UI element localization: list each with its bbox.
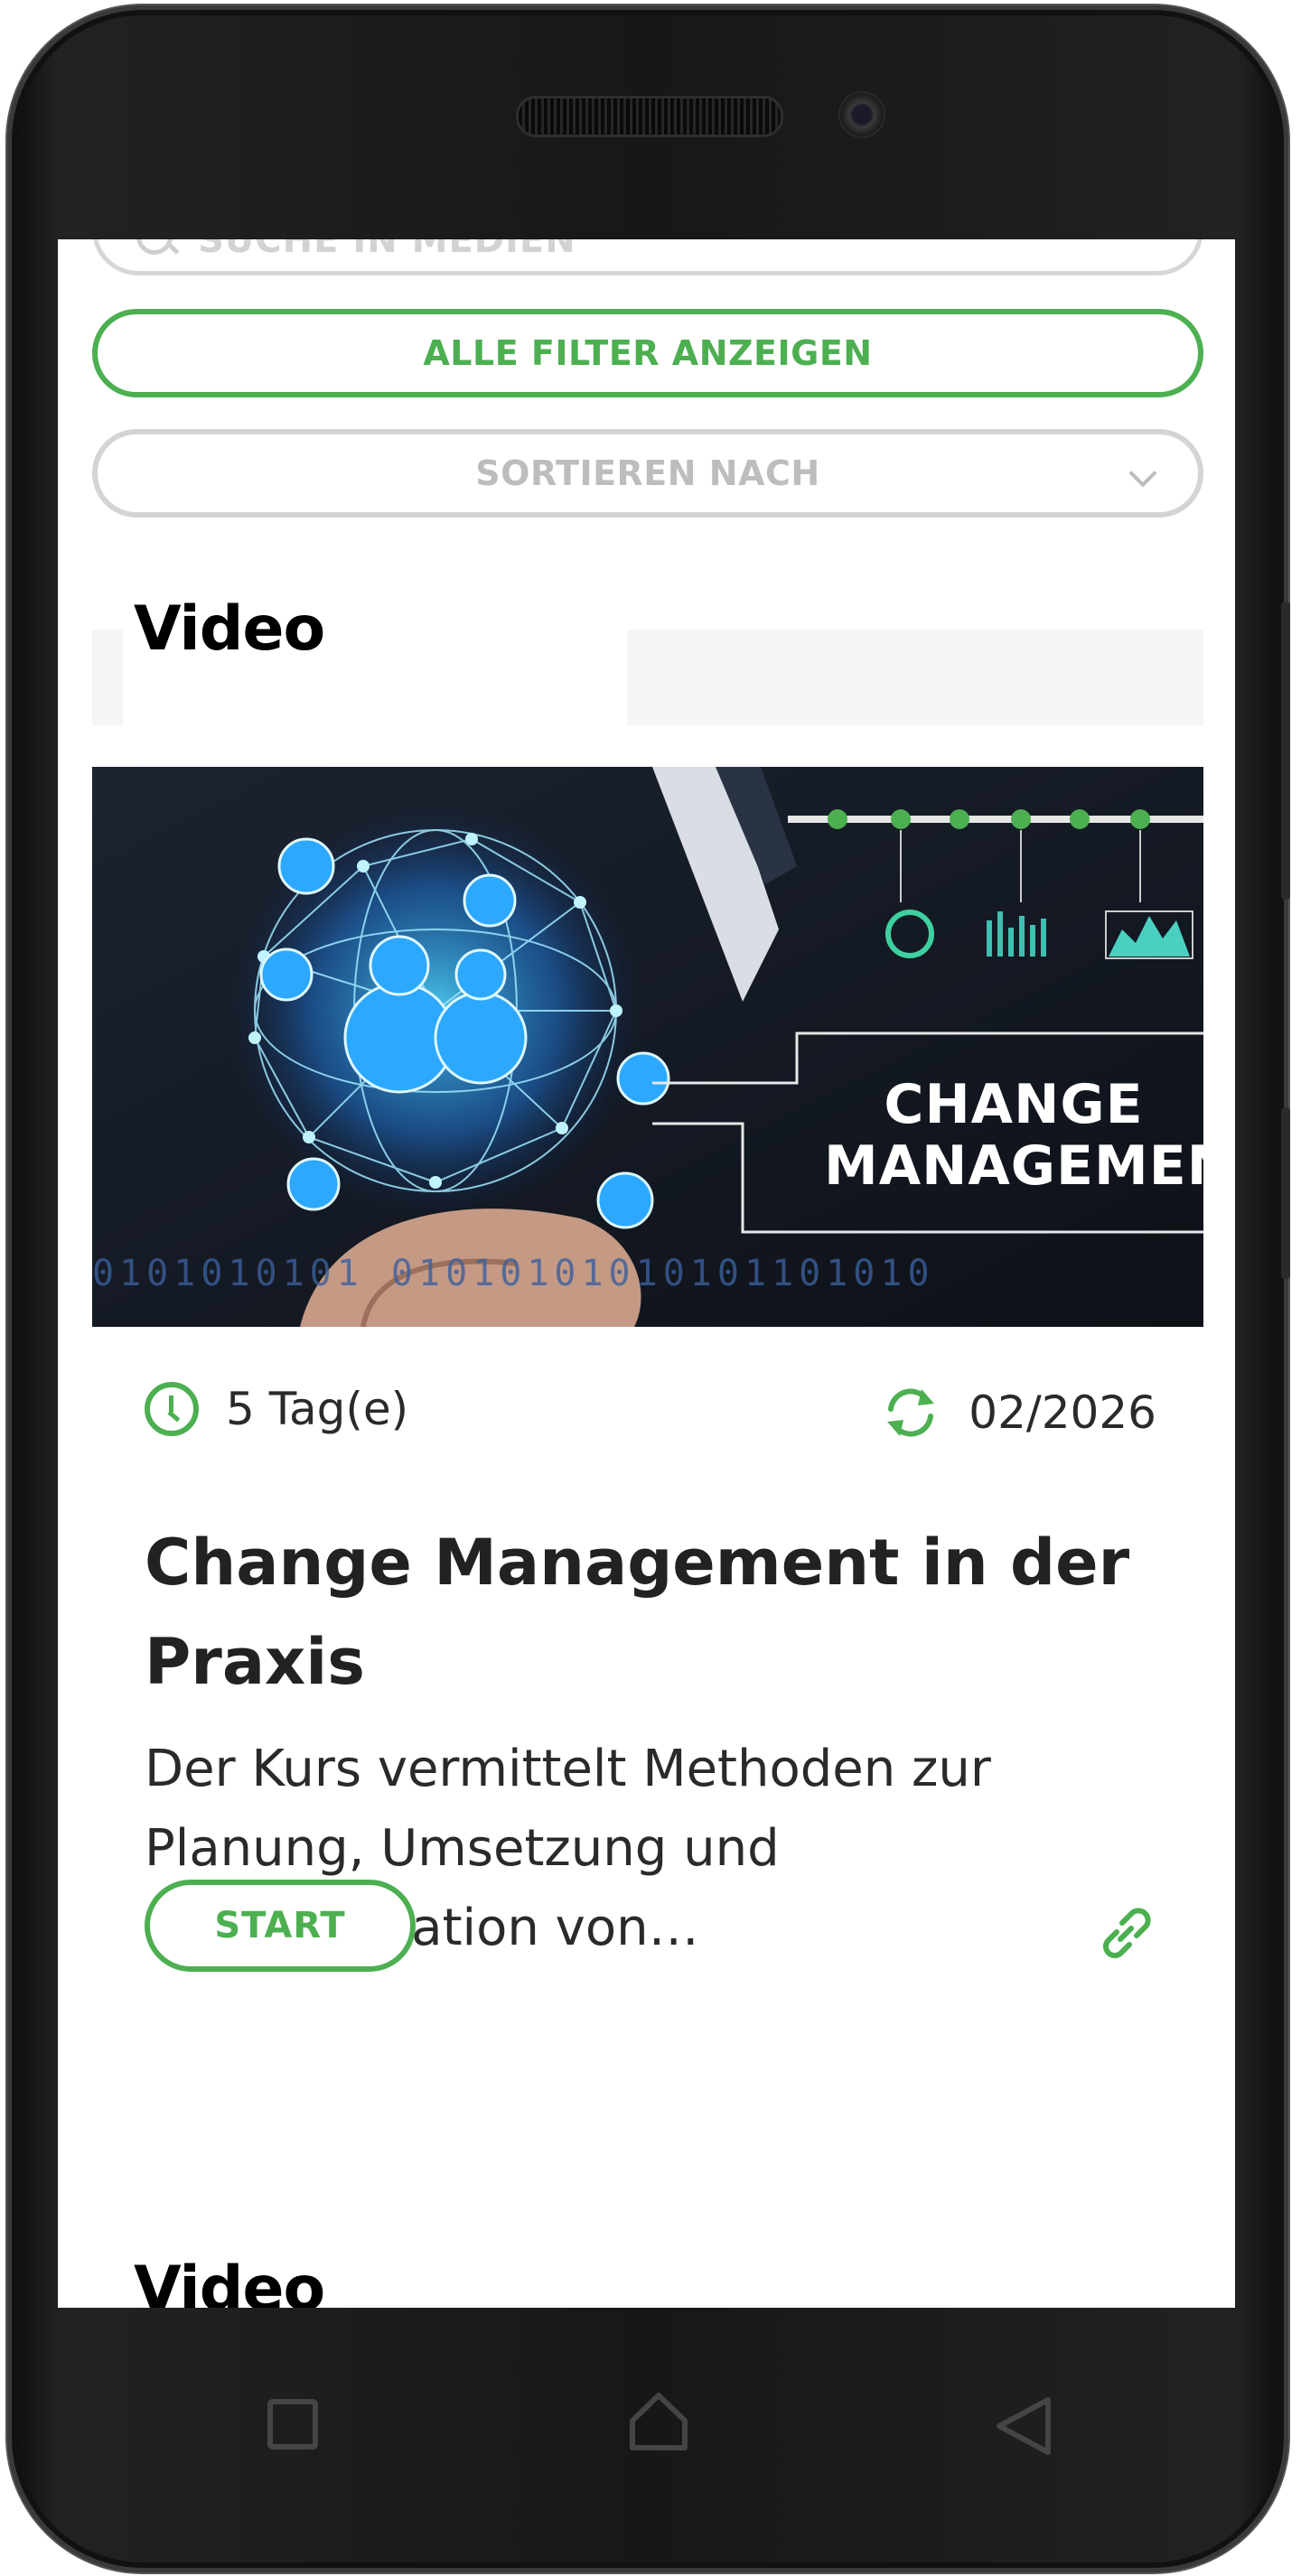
sort-by-label: SORTIEREN NACH bbox=[475, 453, 820, 493]
nav-back-icon[interactable] bbox=[992, 2394, 1055, 2458]
show-all-filters-button[interactable]: ALLE FILTER ANZEIGEN bbox=[92, 309, 1203, 397]
link-icon[interactable] bbox=[1090, 1898, 1162, 1970]
section-title: Video bbox=[134, 593, 325, 665]
search-placeholder: SUCHE IN MEDIEN bbox=[198, 239, 576, 261]
duration-info: 5 Tag(e) bbox=[145, 1382, 408, 1436]
course-meta: 5 Tag(e) 02/2026 bbox=[145, 1382, 1156, 1445]
next-section-title: Video bbox=[134, 2254, 325, 2308]
start-button[interactable]: START bbox=[145, 1880, 416, 1972]
course-image-graphic bbox=[92, 767, 1203, 1327]
course-title[interactable]: Change Management in der Praxis bbox=[145, 1513, 1184, 1712]
app-screen: SUCHE IN MEDIEN ALLE FILTER ANZEIGEN SOR… bbox=[58, 239, 1235, 2308]
chevron-down-icon bbox=[1128, 459, 1157, 488]
search-icon bbox=[136, 239, 173, 258]
image-caption-line2: MANAGEMENT bbox=[824, 1134, 1203, 1198]
nav-recent-icon[interactable] bbox=[267, 2399, 318, 2450]
sort-by-dropdown[interactable]: SORTIEREN NACH bbox=[92, 429, 1203, 518]
duration-text: 5 Tag(e) bbox=[226, 1383, 409, 1435]
clock-icon bbox=[145, 1382, 199, 1436]
update-date-text: 02/2026 bbox=[969, 1386, 1156, 1439]
power-button bbox=[1281, 1107, 1290, 1279]
nav-home-icon[interactable] bbox=[627, 2390, 690, 2453]
earpiece-speaker bbox=[516, 96, 783, 137]
image-caption: CHANGE MANAGEMENT bbox=[824, 1074, 1203, 1197]
volume-button bbox=[1281, 602, 1290, 900]
course-image[interactable]: 0101010101 01010101010101101010 CHANGE M… bbox=[92, 767, 1203, 1327]
update-info: 02/2026 bbox=[880, 1382, 1156, 1443]
front-camera bbox=[838, 91, 885, 138]
image-binary-text: 0101010101 01010101010101101010 bbox=[92, 1253, 935, 1294]
image-caption-line1: CHANGE bbox=[884, 1073, 1144, 1136]
refresh-icon bbox=[887, 1388, 935, 1437]
search-input[interactable]: SUCHE IN MEDIEN bbox=[92, 239, 1203, 275]
